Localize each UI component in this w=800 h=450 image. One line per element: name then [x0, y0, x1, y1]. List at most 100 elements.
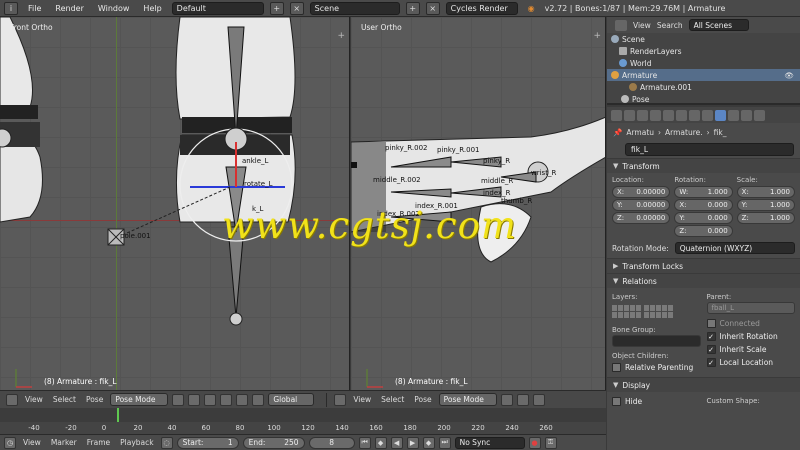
menu-marker[interactable]: Marker — [48, 438, 80, 447]
location-y-field[interactable]: Y: 0.00000 — [612, 199, 671, 211]
viewport-right-split-icon[interactable]: + — [593, 31, 601, 41]
manipulator-icon-left[interactable] — [204, 393, 217, 406]
start-frame-field[interactable]: Start: 1 — [176, 436, 239, 449]
timeline-ruler[interactable]: -40 -20 0 20 40 60 80 100 120 140 160 18… — [0, 422, 606, 434]
menu-help[interactable]: Help — [139, 4, 165, 13]
rotation-w-field[interactable]: W: 1.000 — [674, 186, 733, 198]
rotation-y-field[interactable]: Y: 0.000 — [674, 212, 733, 224]
bone-name-field[interactable]: fik_L — [625, 143, 794, 156]
pivot-icon-right[interactable] — [516, 393, 529, 406]
location-x-field[interactable]: X: 0.00000 — [612, 186, 671, 198]
outliner-filter-select[interactable]: All Scenes — [688, 19, 749, 31]
menu-select-left[interactable]: Select — [50, 395, 79, 404]
outliner-item-armature-001[interactable]: Armature.001 — [607, 81, 800, 93]
menu-window[interactable]: Window — [94, 4, 134, 13]
shading-icon-left[interactable] — [172, 393, 185, 406]
connected-checkbox[interactable]: Connected — [706, 317, 796, 330]
tab-modifiers-icon[interactable] — [689, 109, 700, 121]
rotation-x-field[interactable]: X: 0.000 — [674, 199, 733, 211]
menu-view-timeline[interactable]: View — [20, 438, 44, 447]
parent-field[interactable]: fball_L — [706, 302, 795, 314]
translate-icon-right[interactable] — [532, 393, 545, 406]
timeline-editor-icon[interactable]: ◷ — [4, 436, 16, 449]
menu-pose-left[interactable]: Pose — [83, 395, 106, 404]
local-location-checkbox[interactable]: ✓ Local Location — [706, 356, 796, 369]
tab-bone-constraints-icon[interactable] — [728, 109, 739, 121]
panel-transform-locks-header[interactable]: ▶ Transform Locks — [607, 258, 800, 273]
timeline-strip[interactable]: -40 -20 0 20 40 60 80 100 120 140 160 18… — [0, 408, 606, 434]
inherit-scale-checkbox[interactable]: ✓ Inherit Scale — [706, 343, 796, 356]
menu-frame[interactable]: Frame — [84, 438, 113, 447]
menu-playback[interactable]: Playback — [117, 438, 156, 447]
tab-object-icon[interactable] — [663, 109, 674, 121]
panel-display-header[interactable]: ▼ Display — [607, 377, 800, 392]
panel-transform-header[interactable]: ▼ Transform — [607, 158, 800, 173]
scale-x-field[interactable]: X: 1.000 — [736, 186, 795, 198]
preview-range-icon[interactable]: ◌ — [160, 436, 173, 449]
mode-select-right[interactable]: Pose Mode — [438, 393, 497, 406]
outliner-item-renderlayers[interactable]: RenderLayers — [607, 45, 800, 57]
menu-view-left[interactable]: View — [22, 395, 46, 404]
jump-start-icon[interactable]: ⏮ — [358, 436, 371, 449]
add-scene-button[interactable]: + — [405, 1, 420, 15]
sync-mode-select[interactable]: No Sync — [454, 436, 525, 449]
tab-scene-icon[interactable] — [637, 109, 648, 121]
visibility-eye-icon[interactable]: 👁 — [784, 71, 794, 80]
outliner-item-scene[interactable]: Scene — [607, 33, 800, 45]
tab-material-icon[interactable] — [741, 109, 752, 121]
location-z-field[interactable]: Z: 0.00000 — [612, 212, 671, 224]
outliner-editor-icon[interactable] — [615, 19, 627, 31]
outliner-menu-search[interactable]: Search — [657, 21, 683, 30]
tab-bone-icon[interactable] — [715, 109, 726, 121]
shading-icon-right[interactable] — [500, 393, 513, 406]
inherit-rotation-checkbox[interactable]: ✓ Inherit Rotation — [706, 330, 796, 343]
tab-data-icon[interactable] — [702, 109, 713, 121]
scale-z-field[interactable]: Z: 1.000 — [736, 212, 795, 224]
scene-select[interactable]: Scene — [309, 1, 400, 15]
outliner-menu-view[interactable]: View — [633, 21, 651, 30]
current-frame-cursor[interactable] — [117, 408, 119, 422]
rotate-icon-left[interactable] — [236, 393, 249, 406]
bone-group-field[interactable] — [612, 335, 701, 347]
prev-keyframe-icon[interactable]: ◆ — [374, 436, 387, 449]
relative-parenting-checkbox[interactable]: Relative Parenting — [612, 361, 701, 374]
scale-icon-left[interactable] — [252, 393, 265, 406]
layout-select[interactable]: Default — [171, 1, 264, 15]
render-engine-select[interactable]: Cycles Render — [445, 1, 518, 15]
editor-type-icon[interactable] — [6, 393, 18, 406]
info-editor-icon[interactable]: i — [4, 1, 18, 15]
current-frame-field[interactable]: 8 — [308, 436, 355, 449]
keying-set-icon[interactable]: ⚿ — [544, 436, 557, 449]
rotation-mode-select[interactable]: Quaternion (WXYZ) — [674, 242, 795, 254]
menu-pose-right[interactable]: Pose — [411, 395, 434, 404]
panel-relations-header[interactable]: ▼ Relations — [607, 273, 800, 288]
remove-scene-button[interactable]: × — [425, 1, 440, 15]
outliner-item-world[interactable]: World — [607, 57, 800, 69]
pin-icon[interactable]: 📌 — [613, 128, 622, 137]
orientation-select[interactable]: Global — [268, 393, 315, 406]
next-keyframe-icon[interactable]: ◆ — [422, 436, 435, 449]
outliner-item-armature[interactable]: Armature 👁 — [607, 69, 800, 81]
tab-constraints-icon[interactable] — [676, 109, 687, 121]
rotation-z-field[interactable]: Z: 0.000 — [674, 225, 733, 237]
remove-layout-button[interactable]: × — [289, 1, 304, 15]
hide-checkbox[interactable]: Hide — [612, 395, 701, 408]
outliner-item-pose[interactable]: Pose — [607, 93, 800, 105]
menu-render[interactable]: Render — [51, 4, 87, 13]
tab-world-icon[interactable] — [650, 109, 661, 121]
play-icon[interactable]: ▶ — [406, 436, 419, 449]
record-icon[interactable]: ● — [528, 436, 541, 449]
menu-view-right[interactable]: View — [350, 395, 374, 404]
translate-icon-left[interactable] — [220, 393, 233, 406]
bone-layers-grid[interactable] — [612, 305, 701, 318]
viewport-left-split-icon[interactable]: + — [337, 31, 345, 41]
mode-select-left[interactable]: Pose Mode — [110, 393, 169, 406]
tab-layers-icon[interactable] — [624, 109, 635, 121]
menu-select-right[interactable]: Select — [378, 395, 407, 404]
tab-render-icon[interactable] — [611, 109, 622, 121]
menu-file[interactable]: File — [24, 4, 45, 13]
editor-type-icon-right[interactable] — [334, 393, 347, 406]
play-reverse-icon[interactable]: ◀ — [390, 436, 403, 449]
scale-y-field[interactable]: Y: 1.000 — [736, 199, 795, 211]
add-layout-button[interactable]: + — [269, 1, 284, 15]
